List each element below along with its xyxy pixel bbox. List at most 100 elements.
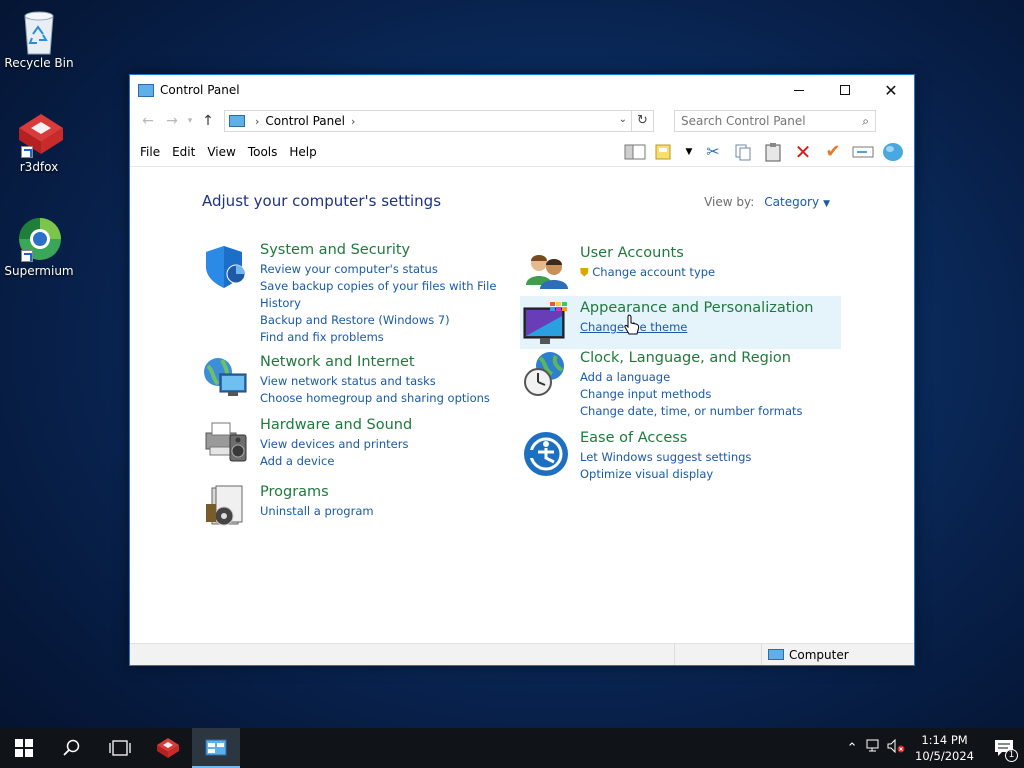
system-clock[interactable]: 1:14 PM 10/5/2024: [915, 732, 974, 764]
taskbar-control-panel[interactable]: [192, 728, 240, 768]
copy-icon[interactable]: [732, 142, 754, 162]
category-title[interactable]: Programs: [260, 484, 374, 500]
link-suggest-settings[interactable]: Let Windows suggest settings: [580, 449, 751, 466]
menu-help[interactable]: Help: [283, 145, 322, 159]
forward-arrow-icon[interactable]: →: [160, 113, 184, 129]
category-title[interactable]: Ease of Access: [580, 430, 751, 446]
minimize-button[interactable]: [776, 75, 822, 105]
desktop-icon-label: Recycle Bin: [4, 56, 74, 70]
link-input-methods[interactable]: Change input methods: [580, 386, 803, 403]
user-accounts-icon: [522, 245, 572, 295]
desktop-icon-supermium[interactable]: Supermium: [1, 216, 77, 278]
view-by-dropdown[interactable]: Category: [764, 195, 819, 209]
category-title[interactable]: Appearance and Personalization: [580, 300, 814, 316]
back-arrow-icon[interactable]: ←: [136, 113, 160, 129]
r3dfox-icon: [17, 112, 63, 158]
breadcrumb-chevron-icon[interactable]: ›: [255, 115, 259, 128]
views-icon[interactable]: [654, 142, 676, 162]
category-title[interactable]: Clock, Language, and Region: [580, 350, 803, 366]
category-title[interactable]: System and Security: [260, 242, 496, 258]
desktop-icon-r3dfox[interactable]: r3dfox: [1, 112, 77, 174]
programs-icon: [202, 484, 252, 534]
category-system-and-security: System and Security Review your computer…: [202, 242, 496, 346]
status-computer: Computer: [768, 648, 849, 662]
link-date-time-formats[interactable]: Change date, time, or number formats: [580, 403, 803, 420]
views-dropdown-icon[interactable]: ▼: [684, 142, 694, 162]
checkmark-icon[interactable]: ✔: [822, 141, 844, 162]
menu-view[interactable]: View: [201, 145, 241, 159]
title-bar[interactable]: Control Panel ✕: [130, 75, 914, 105]
network-icon[interactable]: [863, 739, 885, 757]
delete-icon[interactable]: ✕: [792, 140, 814, 164]
toolbar: ▼ ✂ ✕ ✔: [624, 140, 910, 164]
link-change-account-type[interactable]: ⛊ Change account type: [580, 264, 715, 281]
task-view-button[interactable]: [96, 728, 144, 768]
status-segment: [675, 644, 762, 665]
link-optimize-display[interactable]: Optimize visual display: [580, 466, 751, 483]
cut-icon[interactable]: ✂: [702, 142, 724, 162]
refresh-icon[interactable]: ↻: [631, 111, 653, 131]
desktop-icon-recycle-bin[interactable]: Recycle Bin: [1, 8, 77, 70]
search-icon[interactable]: ⌕: [862, 114, 869, 129]
menu-tools[interactable]: Tools: [242, 145, 284, 159]
rename-icon[interactable]: [852, 142, 874, 162]
link-text: Change account type: [592, 265, 716, 279]
dropdown-caret-icon[interactable]: ▼: [823, 199, 830, 209]
address-dropdown-icon[interactable]: ⌄: [619, 114, 627, 125]
breadcrumb-control-panel[interactable]: Control Panel: [265, 114, 345, 128]
supermium-icon: [17, 216, 61, 262]
category-title[interactable]: Network and Internet: [260, 354, 490, 370]
chevron-up-icon[interactable]: ⌃: [841, 741, 863, 756]
breadcrumb-chevron-icon[interactable]: ›: [351, 115, 355, 128]
page-heading: Adjust your computer's settings: [202, 192, 442, 210]
link-devices-printers[interactable]: View devices and printers: [260, 436, 412, 453]
link-add-language[interactable]: Add a language: [580, 369, 803, 386]
link-uninstall[interactable]: Uninstall a program: [260, 503, 374, 520]
link-network-status[interactable]: View network status and tasks: [260, 373, 490, 390]
network-icon: [202, 354, 252, 404]
search-button[interactable]: [48, 728, 96, 768]
shortcut-arrow-icon: [21, 250, 33, 262]
category-title[interactable]: Hardware and Sound: [260, 417, 412, 433]
start-button[interactable]: [0, 728, 48, 768]
clock-time: 1:14 PM: [921, 733, 968, 747]
system-tray: ⌃ 1:14 PM 10/5/2024 1: [841, 728, 1024, 768]
menu-bar: File Edit View Tools Help ▼ ✂ ✕ ✔: [130, 137, 914, 167]
menu-file[interactable]: File: [134, 145, 166, 159]
help-icon[interactable]: [882, 142, 904, 162]
category-hardware-and-sound: Hardware and Sound View devices and prin…: [202, 417, 412, 470]
menu-edit[interactable]: Edit: [166, 145, 201, 159]
link-save-backup[interactable]: Save backup copies of your files with Fi…: [260, 278, 496, 295]
volume-muted-icon[interactable]: [885, 738, 907, 757]
address-bar[interactable]: › Control Panel › ⌄ ↻: [224, 110, 654, 132]
search-input[interactable]: [681, 114, 841, 128]
link-homegroup[interactable]: Choose homegroup and sharing options: [260, 390, 490, 407]
view-by-label: View by:: [704, 195, 755, 209]
link-save-backup-cont[interactable]: History: [260, 295, 496, 312]
link-find-fix[interactable]: Find and fix problems: [260, 329, 496, 346]
link-add-device[interactable]: Add a device: [260, 453, 412, 470]
control-panel-icon: [205, 739, 227, 756]
category-title[interactable]: User Accounts: [580, 245, 715, 261]
search-box[interactable]: ⌕: [674, 110, 876, 132]
printer-icon: [202, 417, 252, 467]
category-appearance-and-personalization: Appearance and Personalization Change th…: [520, 296, 841, 349]
maximize-button[interactable]: [822, 75, 868, 105]
paste-icon[interactable]: [762, 142, 784, 162]
category-programs: Programs Uninstall a program: [202, 484, 374, 534]
control-panel-icon: [138, 83, 154, 97]
taskbar: ⌃ 1:14 PM 10/5/2024 1: [0, 728, 1024, 768]
window-title: Control Panel: [160, 83, 240, 97]
up-arrow-icon[interactable]: ↑: [196, 113, 220, 129]
recent-locations-icon[interactable]: ▾: [184, 116, 196, 126]
link-review-status[interactable]: Review your computer's status: [260, 261, 496, 278]
close-button[interactable]: ✕: [868, 75, 914, 105]
r3dfox-icon: [157, 738, 179, 758]
pane-layout-icon[interactable]: [624, 142, 646, 162]
category-clock-language-region: Clock, Language, and Region Add a langua…: [522, 350, 803, 420]
category-ease-of-access: Ease of Access Let Windows suggest setti…: [522, 430, 751, 483]
link-change-theme[interactable]: Change the theme: [580, 319, 814, 336]
action-center-button[interactable]: 1: [984, 728, 1024, 768]
link-backup-restore[interactable]: Backup and Restore (Windows 7): [260, 312, 496, 329]
taskbar-r3dfox[interactable]: [144, 728, 192, 768]
